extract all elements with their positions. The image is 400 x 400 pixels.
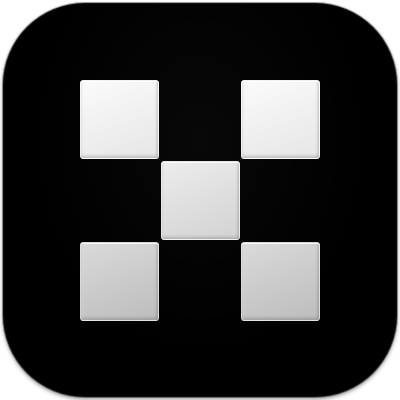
logo-tile-top-left [80,80,159,159]
app-icon-stage [0,0,400,400]
logo-tile-center [161,161,240,240]
logo-tile-bottom-left [80,242,159,321]
okx-logo-icon[interactable] [3,3,397,397]
logo-tile-bottom-right [241,242,320,321]
logo-tile-top-right [241,80,320,159]
